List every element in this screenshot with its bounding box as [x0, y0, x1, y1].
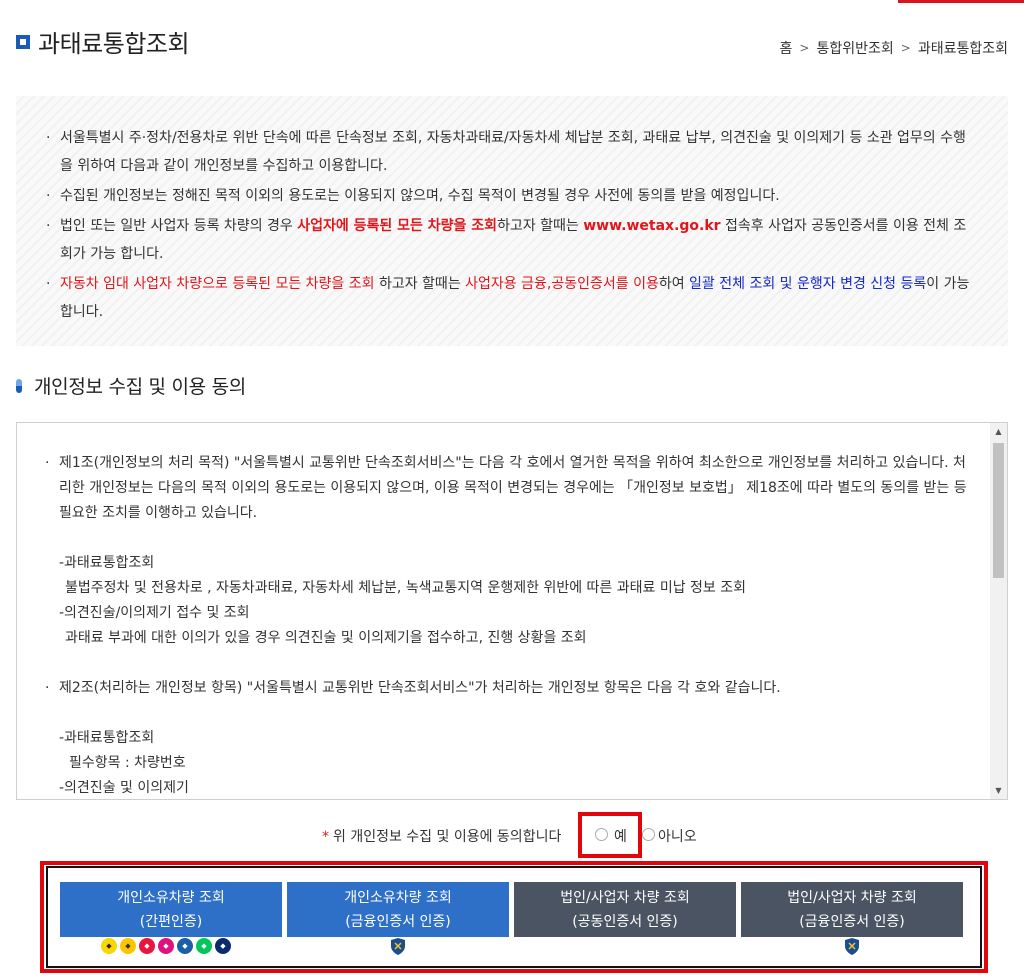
agree-no-label[interactable]: 아니오	[658, 826, 697, 846]
scroll-thumb[interactable]	[993, 443, 1004, 578]
payco-yellow-icon: ◆	[120, 938, 136, 954]
chevron-right-icon: >	[900, 41, 911, 55]
terms-subitem: -의견진술 및 이의제기	[59, 780, 189, 796]
chevron-right-icon: >	[799, 41, 810, 55]
pass-red-icon: ◆	[139, 938, 155, 954]
notice-item-2: 수집된 개인정보는 정해진 목적 이외의 용도로는 이용되지 않으며, 수집 목…	[46, 182, 978, 210]
square-bullet-icon	[16, 34, 30, 49]
shinhan-icon: ◆	[215, 938, 231, 954]
breadcrumb-section[interactable]: 통합위반조회	[816, 38, 893, 58]
terms-article-1: 제1조(개인정보의 처리 목적) "서울특별시 교통위반 단속조회서비스"는 다…	[45, 451, 975, 526]
agree-label: * 위 개인정보 수집 및 이용에 동의합니다	[322, 826, 561, 846]
personal-simple-auth-button[interactable]: 개인소유차량 조회 (간편인증)	[60, 882, 282, 937]
scroll-down-arrow-icon[interactable]: ▼	[990, 782, 1007, 799]
notice-item-3: 법인 또는 일반 사업자 등록 차량의 경우 사업자에 등록된 모든 차량을 조…	[46, 212, 978, 268]
breadcrumb-current: 과태료통합조회	[917, 41, 1008, 57]
shield-icon	[845, 938, 859, 955]
terms-subitem: -의견진술/이의제기 접수 및 조회	[59, 605, 250, 621]
highlight-box	[578, 812, 642, 858]
notice-item-1: 서울특별시 주·정차/전용차로 위반 단속에 따른 단속정보 조회, 자동차과태…	[46, 124, 978, 180]
pass-pink-icon: ◆	[158, 938, 174, 954]
notice-item-4: 자동차 임대 사업자 차량으로 등록된 모든 차량을 조회 하고자 할때는 사업…	[46, 270, 978, 326]
page-header: 과태료통합조회	[16, 24, 190, 59]
button-sublabel: (공동인증서 인증)	[572, 913, 678, 930]
terms-scroll-box[interactable]: 제1조(개인정보의 처리 목적) "서울특별시 교통위반 단속조회서비스"는 다…	[16, 422, 1008, 800]
corporate-finance-cert-button[interactable]: 법인/사업자 차량 조회 (금융인증서 인증)	[741, 882, 963, 937]
personal-finance-cert-button[interactable]: 개인소유차량 조회 (금융인증서 인증)	[287, 882, 509, 937]
agree-no-radio[interactable]	[642, 828, 655, 841]
simple-auth-provider-icons: ◆ ◆ ◆ ◆ ◆ ◆ ◆	[101, 938, 231, 954]
notice-emphasis: 사업자에 등록된 모든 차량을 조회	[297, 218, 498, 234]
corporate-joint-cert-button[interactable]: 법인/사업자 차량 조회 (공동인증서 인증)	[514, 882, 736, 937]
notice-emphasis: 자동차 임대 사업자 차량으로 등록된 모든 차량을 조회	[60, 276, 375, 292]
terms-subitem-desc: 과태료 부과에 대한 이의가 있을 경우 의견진술 및 이의제기을 접수하고, …	[65, 630, 587, 646]
scroll-up-arrow-icon[interactable]: ▲	[990, 423, 1007, 440]
shield-icon	[391, 938, 405, 955]
agree-yes-label[interactable]: 예	[614, 826, 627, 846]
notice-text: 하고자 할때는	[374, 276, 466, 292]
kakao-icon: ◆	[101, 938, 117, 954]
notice-box: 서울특별시 주·정차/전용차로 위반 단속에 따른 단속정보 조회, 자동차과태…	[16, 96, 1008, 346]
consent-title: 개인정보 수집 및 이용 동의	[34, 376, 246, 398]
terms-subitem: -과태료통합조회	[59, 555, 155, 571]
terms-subitem-desc: 필수항목 : 차량번호	[69, 755, 186, 771]
terms-content: 제1조(개인정보의 처리 목적) "서울특별시 교통위반 단속조회서비스"는 다…	[45, 451, 975, 799]
button-label: 개인소유차량 조회	[117, 889, 225, 906]
button-sublabel: (간편인증)	[139, 913, 203, 930]
notice-text: 하고자 할때는	[497, 218, 584, 234]
breadcrumb: 홈 > 통합위반조회 > 과태료통합조회	[780, 38, 1008, 58]
button-sublabel: (금융인증서 인증)	[345, 913, 451, 930]
page-title: 과태료통합조회	[38, 30, 190, 58]
payco-blue-icon: ◆	[177, 938, 193, 954]
required-star: *	[322, 829, 329, 845]
terms-article-2: 제2조(처리하는 개인정보 항목) "서울특별시 교통위반 단속조회서비스"가 …	[45, 676, 975, 701]
terms-subitem: -과태료통합조회	[59, 730, 155, 746]
naver-icon: ◆	[196, 938, 212, 954]
terms-subitem-desc: 불법주정차 및 전용차로 , 자동차과태료, 자동차세 체납분, 녹색교통지역 …	[65, 580, 747, 596]
button-label: 법인/사업자 차량 조회	[787, 889, 917, 906]
notice-emphasis: 사업자용 금융,공동인증서를 이용	[465, 276, 659, 292]
agree-row: * 위 개인정보 수집 및 이용에 동의합니다	[0, 820, 1024, 850]
notice-emphasis-blue: 일괄 전체 조회 및 운행자 변경 신청 등록	[689, 276, 927, 292]
agree-yes-radio[interactable]	[595, 828, 608, 841]
top-accent-bar	[898, 0, 1024, 3]
button-label: 법인/사업자 차량 조회	[560, 889, 690, 906]
agree-text: 위 개인정보 수집 및 이용에 동의합니다	[333, 829, 562, 845]
consent-header: 개인정보 수집 및 이용 동의	[16, 372, 246, 399]
breadcrumb-home[interactable]: 홈	[780, 38, 793, 58]
button-sublabel: (금융인증서 인증)	[799, 913, 905, 930]
scrollbar[interactable]: ▲ ▼	[990, 423, 1007, 799]
notice-text: 하여	[658, 276, 690, 292]
button-label: 개인소유차량 조회	[344, 889, 452, 906]
notice-text: 법인 또는 일반 사업자 등록 차량의 경우	[60, 218, 298, 234]
wetax-link[interactable]: www.wetax.go.kr	[583, 218, 720, 234]
pill-bullet-icon	[16, 378, 22, 393]
